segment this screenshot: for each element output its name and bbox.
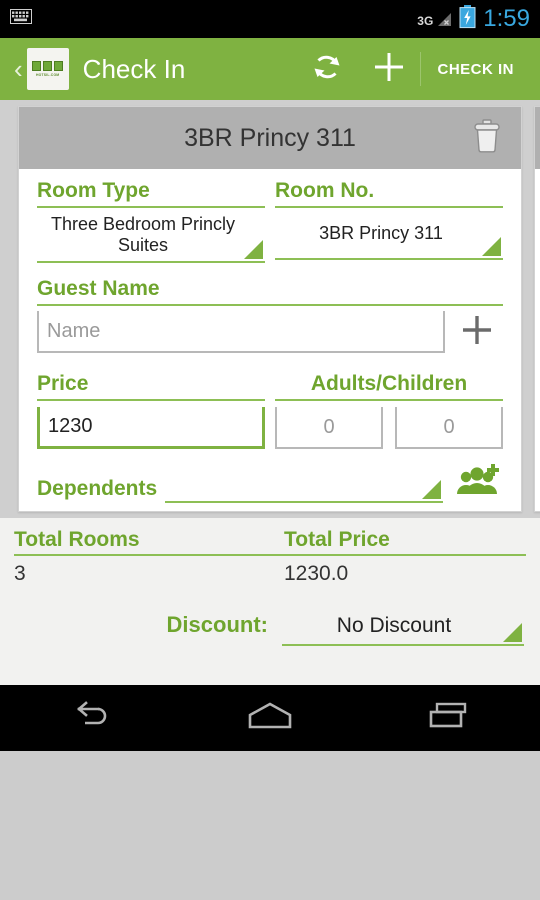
refresh-icon — [309, 49, 345, 90]
guest-name-input[interactable]: Name — [37, 311, 445, 354]
card-body — [535, 169, 540, 179]
adults-children-field: Adults/Children 0 0 — [275, 372, 503, 450]
card-title: 3BR Princy 311 — [184, 123, 356, 152]
check-in-action-button[interactable]: CHECK IN — [421, 61, 526, 78]
network-type-label: 3G — [417, 14, 434, 28]
room-no-label: Room No. — [275, 179, 503, 208]
logo-square — [43, 61, 53, 72]
dependents-row: Dependents — [37, 449, 503, 504]
adults-children-label: Adults/Children — [275, 372, 503, 402]
logo-wordmark: HOTSIL.COM — [36, 72, 60, 77]
logo-square — [54, 61, 64, 72]
add-dependents-button[interactable] — [451, 463, 503, 503]
clock-label: 1:59 — [483, 5, 530, 32]
summary-panel: Total Rooms Total Price 3 1230.0 Discoun… — [0, 518, 540, 685]
guest-name-field: Guest Name Name — [37, 277, 503, 358]
dependents-spinner[interactable] — [165, 477, 443, 504]
signal-no-service-icon: 3G — [417, 11, 452, 27]
add-group-icon — [455, 463, 499, 504]
up-navigation-icon[interactable]: ‹ — [14, 56, 23, 82]
price-input[interactable]: 1230 — [37, 407, 265, 450]
room-card-pager[interactable]: 3BR Princy 311 Room Type Three Bedroom P… — [0, 100, 540, 518]
card-header — [535, 107, 540, 169]
price-value: 1230 — [48, 415, 93, 438]
app-logo[interactable]: HOTSIL.COM — [26, 48, 69, 90]
plus-icon — [457, 310, 497, 355]
price-occupancy-row: Price 1230 Adults/Children 0 0 — [37, 372, 503, 450]
total-rooms-label: Total Rooms — [14, 528, 140, 551]
children-placeholder: 0 — [443, 415, 455, 438]
room-type-field: Room Type Three Bedroom Princly Suites — [37, 179, 265, 264]
nav-home-button[interactable] — [210, 685, 330, 751]
keyboard-icon — [10, 9, 32, 29]
room-type-label: Room Type — [37, 179, 265, 208]
back-icon — [68, 700, 112, 736]
nav-recents-button[interactable] — [390, 685, 510, 751]
room-selection-row: Room Type Three Bedroom Princly Suites R… — [37, 179, 503, 264]
status-bar: 3G 1:59 — [0, 0, 540, 38]
discount-label: Discount: — [166, 612, 268, 637]
chevron-down-icon — [482, 237, 501, 256]
home-icon — [247, 701, 293, 736]
chevron-down-icon — [422, 480, 441, 500]
status-bar-notifications — [10, 9, 32, 29]
recent-apps-icon — [428, 701, 472, 736]
plus-icon — [371, 49, 407, 90]
add-room-button[interactable] — [358, 38, 420, 100]
page-title: Check In — [82, 53, 186, 84]
add-guest-button[interactable] — [451, 306, 503, 358]
total-price-label: Total Price — [284, 528, 390, 551]
card-header: 3BR Princy 311 — [19, 107, 521, 169]
trash-icon — [472, 118, 502, 158]
summary-headers: Total Rooms Total Price — [14, 528, 526, 552]
adults-placeholder: 0 — [323, 415, 335, 438]
adults-children-inputs: 0 0 — [275, 407, 503, 450]
price-label: Price — [37, 372, 265, 402]
logo-squares — [32, 61, 64, 72]
card-body: Room Type Three Bedroom Princly Suites R… — [19, 169, 521, 504]
children-input[interactable]: 0 — [395, 407, 503, 450]
logo-square — [32, 61, 42, 72]
summary-values: 3 1230.0 — [14, 562, 526, 586]
refresh-button[interactable] — [296, 38, 358, 100]
room-card-current[interactable]: 3BR Princy 311 Room Type Three Bedroom P… — [18, 106, 522, 512]
price-field: Price 1230 — [37, 372, 265, 450]
dependents-label: Dependents — [37, 477, 158, 501]
discount-value: No Discount — [336, 614, 452, 637]
chevron-down-icon — [503, 623, 522, 642]
room-card-next[interactable] — [534, 106, 540, 512]
action-bar: ‹ HOTSIL.COM Check In CHECK IN — [0, 38, 540, 100]
discount-row: Discount: No Discount — [14, 612, 526, 646]
room-no-spinner[interactable]: 3BR Princy 311 — [275, 208, 503, 260]
status-bar-system-icons: 3G 1:59 — [417, 4, 530, 34]
discount-spinner[interactable]: No Discount — [282, 614, 524, 646]
room-no-value: 3BR Princy 311 — [319, 222, 443, 243]
guest-name-row: Name — [37, 306, 503, 358]
total-price-value: 1230.0 — [284, 562, 349, 585]
room-type-spinner[interactable]: Three Bedroom Princly Suites — [37, 208, 265, 264]
summary-divider — [14, 554, 526, 556]
room-no-field: Room No. 3BR Princy 311 — [275, 179, 503, 263]
guest-name-placeholder: Name — [47, 319, 101, 342]
battery-charging-icon — [459, 4, 476, 34]
room-type-value: Three Bedroom Princly Suites — [50, 214, 236, 255]
chevron-down-icon — [244, 240, 263, 260]
nav-back-button[interactable] — [30, 685, 150, 751]
action-bar-actions: CHECK IN — [296, 38, 526, 100]
total-rooms-value: 3 — [14, 562, 26, 585]
guest-name-label: Guest Name — [37, 277, 503, 307]
delete-room-button[interactable] — [467, 116, 507, 160]
adults-input[interactable]: 0 — [275, 407, 383, 450]
android-navigation-bar — [0, 685, 540, 751]
